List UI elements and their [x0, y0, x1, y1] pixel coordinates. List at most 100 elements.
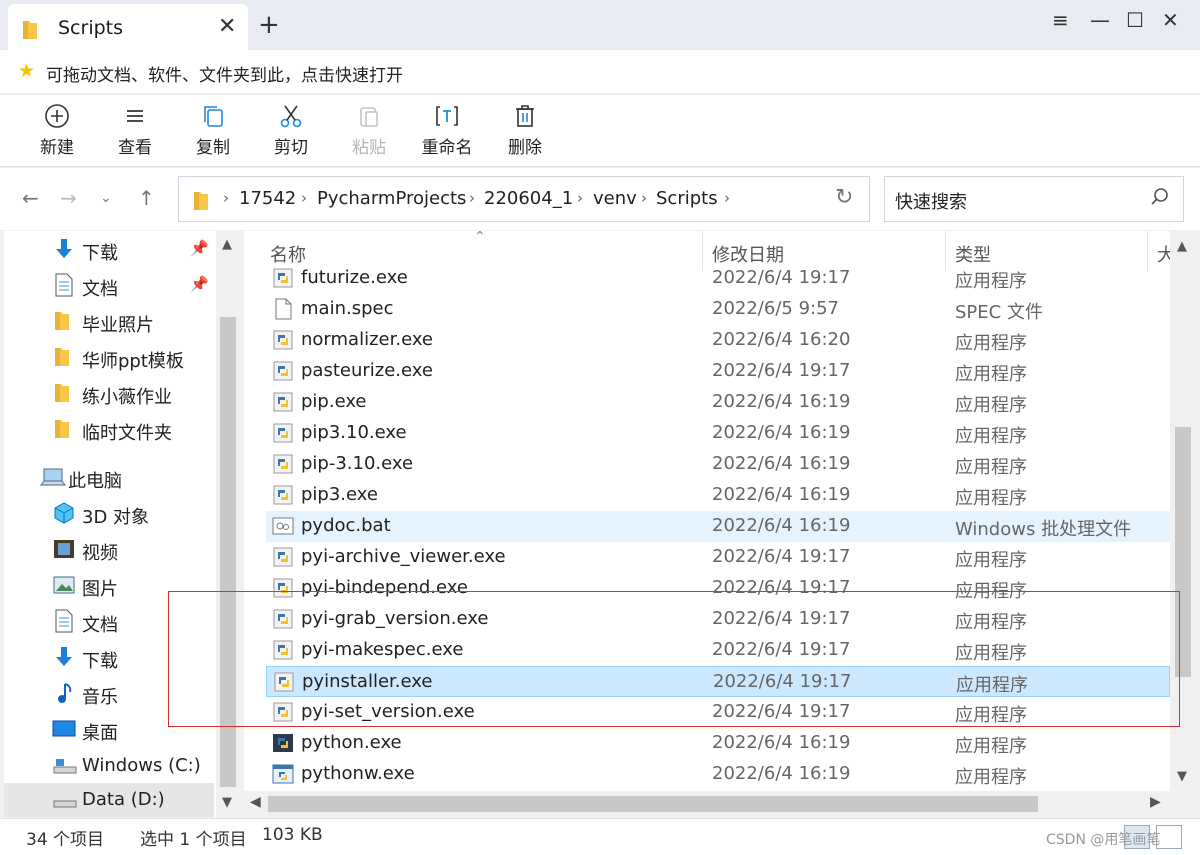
sidebar-item-documents[interactable]: 文档: [4, 605, 214, 639]
file-list-vertical-scrollbar[interactable]: ▲ ▼: [1170, 231, 1196, 817]
file-modified-date: 2022/6/4 19:17: [712, 546, 851, 567]
new-button[interactable]: 新建: [22, 103, 92, 161]
scroll-down-icon[interactable]: ▼: [1177, 769, 1187, 784]
search-icon[interactable]: [1149, 186, 1171, 212]
document-icon: [54, 609, 74, 637]
sidebar-item-documents-pinned[interactable]: 文档 📌: [4, 269, 214, 303]
breadcrumb-scripts[interactable]: Scripts: [656, 188, 718, 209]
scrollbar-thumb[interactable]: [220, 317, 236, 787]
star-icon: ★: [18, 60, 36, 82]
folder-icon: [54, 417, 70, 443]
up-arrow-icon[interactable]: ↑: [138, 186, 155, 210]
scrollbar-thumb[interactable]: [268, 796, 1038, 812]
scroll-up-icon[interactable]: ▲: [1177, 239, 1187, 254]
file-type: 应用程序: [955, 457, 1027, 478]
python-exe-icon: [272, 391, 294, 413]
file-name: pydoc.bat: [301, 515, 391, 536]
file-row[interactable]: pasteurize.exe 2022/6/4 19:17 应用程序: [266, 356, 1170, 387]
file-row[interactable]: futurize.exe 2022/6/4 19:17 应用程序: [266, 263, 1170, 294]
sidebar-item-this-pc[interactable]: 此电脑: [4, 461, 214, 495]
hint-text: 可拖动文档、软件、文件夹到此，点击快速打开: [46, 66, 403, 86]
delete-button[interactable]: 删除: [490, 103, 560, 161]
scroll-up-icon[interactable]: ▲: [222, 237, 232, 252]
new-tab-button[interactable]: +: [258, 10, 280, 40]
file-row[interactable]: pip3.exe 2022/6/4 16:19 应用程序: [266, 480, 1170, 511]
address-bar[interactable]: › 17542 › PycharmProjects › 220604_1 › v…: [178, 176, 870, 222]
sidebar-item-graduation-photos[interactable]: 毕业照片: [4, 305, 214, 339]
back-arrow-icon[interactable]: ←: [22, 186, 39, 210]
watermark: CSDN @用笔画笔: [1046, 832, 1161, 848]
folder-icon: [54, 381, 70, 407]
sidebar-item-desktop[interactable]: 桌面: [4, 713, 214, 747]
scroll-right-icon[interactable]: ▶: [1150, 794, 1161, 810]
refresh-icon[interactable]: ↻: [835, 185, 853, 210]
file-row[interactable]: pyi-bindepend.exe 2022/6/4 19:17 应用程序: [266, 573, 1170, 604]
sort-ascending-icon: ⌃: [474, 231, 486, 245]
sidebar-item-videos[interactable]: 视频: [4, 533, 214, 567]
sidebar-item-windows-c[interactable]: Windows (C:): [4, 749, 214, 783]
search-input[interactable]: 快速搜索: [884, 176, 1184, 222]
recent-dropdown-icon[interactable]: ⌄: [100, 190, 112, 206]
view-button[interactable]: 查看: [100, 103, 170, 161]
folder-icon: [193, 189, 209, 215]
scroll-down-icon[interactable]: ▼: [222, 795, 232, 810]
scroll-left-icon[interactable]: ◀: [250, 794, 261, 810]
file-row[interactable]: pyinstaller.exe 2022/6/4 19:17 应用程序: [266, 666, 1170, 697]
file-row[interactable]: pyi-makespec.exe 2022/6/4 19:17 应用程序: [266, 635, 1170, 666]
close-button[interactable]: ✕: [1162, 8, 1179, 32]
breadcrumb-venv[interactable]: venv: [593, 188, 637, 209]
sidebar-item-homework[interactable]: 练小薇作业: [4, 377, 214, 411]
file-name: pyi-set_version.exe: [301, 701, 475, 722]
minimize-button[interactable]: —: [1090, 8, 1110, 32]
file-type: 应用程序: [955, 395, 1027, 416]
tab-close-icon[interactable]: ✕: [218, 14, 236, 39]
file-list-horizontal-scrollbar[interactable]: ◀ ▶: [244, 791, 1170, 817]
file-row[interactable]: pip-3.10.exe 2022/6/4 16:19 应用程序: [266, 449, 1170, 480]
scrollbar-thumb[interactable]: [1175, 427, 1191, 677]
sidebar-item-music[interactable]: 音乐: [4, 677, 214, 711]
file-row[interactable]: normalizer.exe 2022/6/4 16:20 应用程序: [266, 325, 1170, 356]
sidebar-scrollbar[interactable]: ▲ ▼: [216, 231, 240, 817]
file-row[interactable]: pyi-grab_version.exe 2022/6/4 19:17 应用程序: [266, 604, 1170, 635]
copy-button[interactable]: 复制: [178, 103, 248, 161]
breadcrumb-pycharmprojects[interactable]: PycharmProjects: [317, 188, 466, 209]
sidebar-item-temp-folder[interactable]: 临时文件夹: [4, 413, 214, 447]
rename-button[interactable]: 重命名: [412, 103, 482, 161]
pin-icon[interactable]: 📌: [190, 239, 209, 257]
sidebar-item-3d-objects[interactable]: 3D 对象: [4, 497, 214, 531]
sidebar-item-label: 文档: [82, 615, 118, 636]
sidebar-item-downloads-pinned[interactable]: 下载 📌: [4, 233, 214, 267]
maximize-button[interactable]: ☐: [1126, 8, 1144, 32]
sidebar-item-pictures[interactable]: 图片: [4, 569, 214, 603]
chevron-right-icon[interactable]: ›: [724, 189, 730, 207]
file-name: pip-3.10.exe: [301, 453, 414, 474]
sidebar-item-downloads[interactable]: 下载: [4, 641, 214, 675]
paste-button[interactable]: 粘贴: [334, 103, 404, 161]
file-type: 应用程序: [955, 550, 1027, 571]
breadcrumb-17542[interactable]: 17542: [239, 188, 296, 209]
pin-icon[interactable]: 📌: [190, 275, 209, 293]
file-row[interactable]: pyi-archive_viewer.exe 2022/6/4 19:17 应用程序: [266, 542, 1170, 573]
forward-arrow-icon[interactable]: →: [60, 186, 77, 210]
file-row[interactable]: python.exe 2022/6/4 16:19 应用程序: [266, 728, 1170, 759]
tab-scripts[interactable]: Scripts ✕: [8, 4, 248, 50]
sidebar-item-data-d[interactable]: Data (D:): [4, 783, 214, 817]
python-exe-icon: [273, 671, 295, 693]
folder-icon: [22, 18, 38, 44]
file-row[interactable]: pythonw.exe 2022/6/4 16:19 应用程序: [266, 759, 1170, 790]
menu-icon[interactable]: ≡: [1052, 8, 1069, 32]
file-type: 应用程序: [955, 736, 1027, 757]
file-row[interactable]: pip.exe 2022/6/4 16:19 应用程序: [266, 387, 1170, 418]
file-row[interactable]: pyi-set_version.exe 2022/6/4 19:17 应用程序: [266, 697, 1170, 728]
sidebar-item-ppt-templates[interactable]: 华师ppt模板: [4, 341, 214, 375]
python-exe-icon: [272, 422, 294, 444]
file-row[interactable]: main.spec 2022/6/5 9:57 SPEC 文件: [266, 294, 1170, 325]
toolbar: 新建 查看 复制 剪切 粘贴 重命名 删除: [0, 95, 1200, 167]
file-row[interactable]: pydoc.bat 2022/6/4 16:19 Windows 批处理文件: [266, 511, 1170, 542]
delete-label: 删除: [508, 138, 542, 158]
quick-access-hint-bar[interactable]: ★ 可拖动文档、软件、文件夹到此，点击快速打开: [0, 50, 1200, 94]
cut-button[interactable]: 剪切: [256, 103, 326, 161]
breadcrumb-220604-1[interactable]: 220604_1: [484, 188, 573, 209]
file-row[interactable]: pip3.10.exe 2022/6/4 16:19 应用程序: [266, 418, 1170, 449]
folder-icon: [54, 309, 70, 335]
